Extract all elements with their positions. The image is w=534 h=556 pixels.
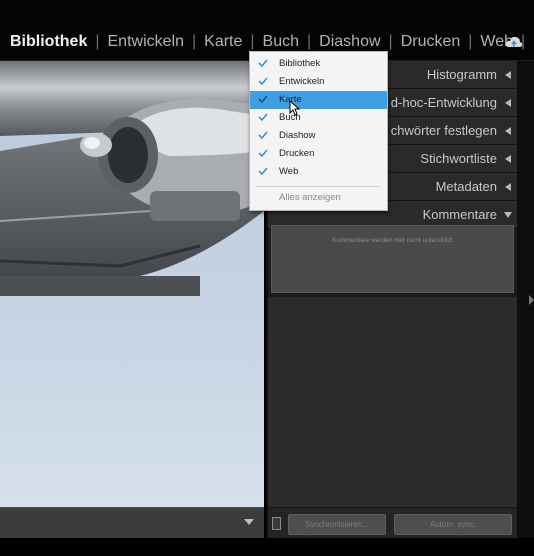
checkmark-icon [258,77,268,86]
panel-title: Metadaten [435,179,497,194]
filmstrip-dropdown-arrow-icon[interactable] [244,519,254,525]
right-panel-toggle-icon[interactable] [529,295,534,305]
collapse-triangle-icon [505,155,511,163]
checkmark-icon [258,131,268,140]
comments-area: Kommentare werden hier nicht unterstützt [271,225,514,293]
menu-divider [256,186,380,187]
menu-item-label: Drucken [279,148,315,159]
collapse-triangle-icon [505,99,511,107]
menu-item-drucken[interactable]: Drucken [250,145,387,163]
checkmark-icon [258,113,268,122]
module-separator: | [388,33,393,50]
collapse-triangle-icon [505,127,511,135]
module-separator: | [191,33,197,50]
menu-item-entwickeln[interactable]: Entwickeln [250,73,387,91]
comments-unsupported-text: Kommentare werden hier nicht unterstützt [332,237,453,244]
module-visibility-menu: Bibliothek Entwickeln Karte Buch Diashow… [249,51,388,211]
sync-button[interactable]: Synchronisieren... [288,514,386,535]
module-karte[interactable]: Karte [204,33,242,51]
menu-item-karte[interactable]: Karte [250,91,387,109]
collapse-triangle-icon [505,71,511,79]
menu-item-label: Web [279,166,299,177]
menu-item-diashow[interactable]: Diashow [250,127,387,145]
panel-empty-area [268,297,519,507]
module-drucken[interactable]: Drucken [401,33,461,51]
module-diashow[interactable]: Diashow [319,33,380,51]
module-entwickeln[interactable]: Entwickeln [108,33,184,51]
aircraft-photo [0,61,264,296]
bottom-edge [0,538,534,556]
panel-title: Kommentare [422,207,497,222]
mouse-cursor-icon [289,100,301,116]
panel-title: Stichwortliste [420,151,497,166]
collapse-triangle-icon [505,183,511,191]
module-list: Bibliothek | Entwickeln | Karte | Buch |… [10,33,533,51]
menu-item-web[interactable]: Web [250,163,387,181]
cloud-sync-icon[interactable] [505,35,523,49]
panel-title: chwörter festlegen [390,123,497,138]
menu-item-bibliothek[interactable]: Bibliothek [250,55,387,73]
panel-footer: Synchronisieren... Autom. sync. [268,507,519,539]
panel-title: Histogramm [426,67,497,82]
module-buch[interactable]: Buch [263,33,299,51]
menu-item-label: Entwickeln [279,76,325,87]
menu-item-show-all[interactable]: Alles anzeigen [279,192,341,203]
checkmark-icon [258,95,268,104]
checkmark-icon [258,149,268,158]
filmstrip-toolbar [0,507,264,538]
module-separator: | [468,33,473,50]
panel-title: d-hoc-Entwicklung [390,95,497,110]
module-separator: | [307,33,312,50]
module-separator: | [250,33,255,50]
module-bibliothek[interactable]: Bibliothek [10,33,87,51]
photo-preview[interactable] [0,61,264,507]
autosync-button[interactable]: Autom. sync. [394,514,512,535]
menu-item-label: Diashow [279,130,316,141]
menu-item-label: Bibliothek [279,58,321,69]
expand-triangle-icon [504,212,512,218]
sync-toggle-switch-icon[interactable] [272,517,281,530]
module-separator: | [95,33,100,50]
checkmark-icon [258,167,268,176]
checkmark-icon [258,59,268,68]
menu-item-buch[interactable]: Buch [250,109,387,127]
